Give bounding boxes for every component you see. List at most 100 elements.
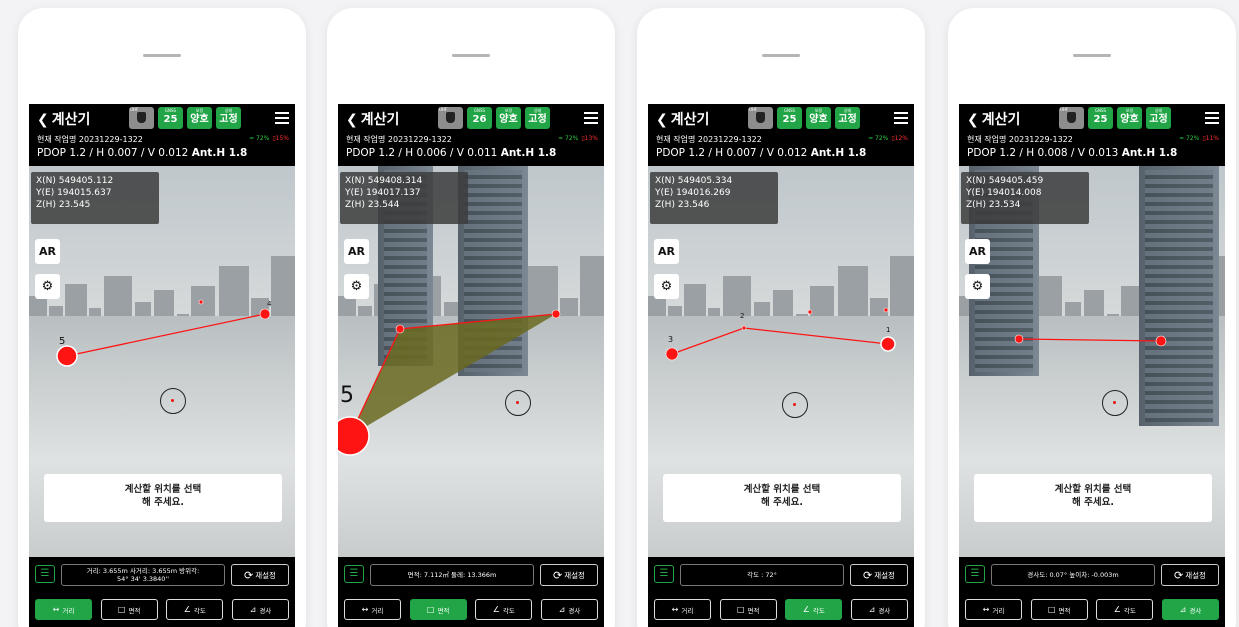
satellite-count-badge[interactable]: GNSS 26 <box>467 107 492 129</box>
tab-distance[interactable]: ↔ 거리 <box>965 599 1022 620</box>
correction-status-badge[interactable]: 보정 양호 <box>806 107 831 129</box>
fix-status-badge[interactable]: 상태 고정 <box>525 107 550 129</box>
prompt-line-1: 계산할 위치를 선택 <box>743 484 821 495</box>
gear-icon[interactable]: ⚙ <box>654 274 679 299</box>
hamburger-menu-icon[interactable] <box>1205 112 1219 127</box>
ar-toggle-button[interactable]: AR <box>965 239 990 264</box>
coord-h: Z(H) 23.546 <box>655 200 710 210</box>
camera-view[interactable]: X(N) 549405.459 Y(E) 194014.008 Z(H) 23.… <box>959 166 1225 557</box>
tab-slope[interactable]: ⊿ 경사 <box>1161 599 1219 620</box>
satellite-count-badge[interactable]: GNSS 25 <box>1088 107 1113 129</box>
coord-n: X(N) 549405.334 <box>655 176 733 186</box>
measure-point[interactable] <box>395 324 405 334</box>
tab-area[interactable]: □ 면적 <box>1030 599 1088 620</box>
gear-icon[interactable]: ⚙ <box>344 274 369 299</box>
fix-status-badge[interactable]: 상태 고정 <box>835 107 860 129</box>
antenna-status-icon[interactable]: UHF <box>748 107 773 129</box>
camera-view[interactable]: 5 4 X(N) 549405.112 Y(E) 194015.637 Z(H) … <box>29 166 295 557</box>
battery-icon: ▯12% <box>891 135 908 142</box>
measure-point[interactable] <box>551 309 561 319</box>
reset-button[interactable]: ⟳ 재설정 <box>1161 564 1219 586</box>
tab-distance[interactable]: ↔ 거리 <box>654 599 711 620</box>
coordinate-panel: X(N) 549408.314 Y(E) 194017.137 Z(H) 23.… <box>340 172 468 224</box>
tab-distance[interactable]: ↔ 거리 <box>344 599 401 620</box>
list-icon[interactable]: ☰ <box>965 565 985 583</box>
gear-icon[interactable]: ⚙ <box>35 274 60 299</box>
job-name: 현재 작업명 20231229-1322 <box>37 135 143 144</box>
satellite-count-badge[interactable]: GNSS 25 <box>158 107 183 129</box>
pdop-text: PDOP 1.2 / H 0.008 / V 0.013 <box>967 147 1119 159</box>
correction-status-badge[interactable]: 보정 양호 <box>1117 107 1142 129</box>
correction-status-badge[interactable]: 보정 양호 <box>187 107 212 129</box>
tab-area[interactable]: □ 면적 <box>100 599 158 620</box>
result-bar: ☰ 경사도: 0.07° 높이차: -0.003m ⟳ 재설정 <box>965 563 1219 587</box>
app-header: ❮ 계산기 UHF GNSS 26 보정 양호 상태 고정 현재 작업명 2023122… <box>338 104 604 166</box>
measure-point[interactable] <box>741 325 747 331</box>
tab-area[interactable]: □ 면적 <box>409 599 467 620</box>
battery-icon: ▯11% <box>1202 135 1219 142</box>
back-button[interactable]: ❮ 계산기 <box>656 109 709 129</box>
fix-status-badge[interactable]: 상태 고정 <box>1146 107 1171 129</box>
app-screen: ❮ 계산기 UHF GNSS 25 보정 양호 상태 고정 현재 작업명 2023122… <box>29 104 295 627</box>
measure-point[interactable] <box>883 307 889 313</box>
pdop-text: PDOP 1.2 / H 0.007 / V 0.012 <box>656 147 808 159</box>
reset-button[interactable]: ⟳ 재설정 <box>231 564 289 586</box>
hamburger-menu-icon[interactable] <box>894 112 908 127</box>
battery-level: 12% <box>894 135 908 142</box>
fix-status-badge[interactable]: 상태 고정 <box>216 107 241 129</box>
ar-toggle-button[interactable]: AR <box>654 239 679 264</box>
tab-slope[interactable]: ⊿ 경사 <box>850 599 908 620</box>
correction-status: 양호 <box>190 114 209 125</box>
tab-slope[interactable]: ⊿ 경사 <box>231 599 289 620</box>
measure-point[interactable] <box>56 345 78 367</box>
hamburger-menu-icon[interactable] <box>584 112 598 127</box>
slope-icon: ⊿ <box>558 605 566 614</box>
refresh-icon: ⟳ <box>244 568 254 582</box>
ar-toggle-button[interactable]: AR <box>344 239 369 264</box>
measure-point[interactable] <box>665 347 679 361</box>
hamburger-menu-icon[interactable] <box>275 112 289 127</box>
tab-angle[interactable]: ∠ 각도 <box>475 599 533 620</box>
tab-angle[interactable]: ∠ 각도 <box>166 599 224 620</box>
coord-n: X(N) 549405.459 <box>966 176 1044 186</box>
back-button[interactable]: ❮ 계산기 <box>37 109 90 129</box>
reset-button[interactable]: ⟳ 재설정 <box>850 564 908 586</box>
antenna-status-icon[interactable]: UHF <box>129 107 154 129</box>
tab-slope[interactable]: ⊿ 경사 <box>540 599 598 620</box>
tab-angle[interactable]: ∠ 각도 <box>1096 599 1154 620</box>
precision-readout: PDOP 1.2 / H 0.007 / V 0.012 Ant.H 1.8 <box>656 147 866 159</box>
tab-area[interactable]: □ 면적 <box>719 599 777 620</box>
back-button[interactable]: ❮ 계산기 <box>346 109 399 129</box>
reset-button[interactable]: ⟳ 재설정 <box>540 564 598 586</box>
measure-point[interactable] <box>1014 334 1024 344</box>
precision-readout: PDOP 1.2 / H 0.006 / V 0.011 Ant.H 1.8 <box>346 147 556 159</box>
antenna-status-icon[interactable]: UHF <box>438 107 463 129</box>
list-icon[interactable]: ☰ <box>654 565 674 583</box>
coord-n: X(N) 549408.314 <box>345 176 423 186</box>
list-icon[interactable]: ☰ <box>344 565 364 583</box>
measure-point[interactable] <box>338 416 370 456</box>
area-icon: □ <box>1047 605 1056 614</box>
measure-point[interactable] <box>259 308 271 320</box>
tab-distance[interactable]: ↔ 거리 <box>35 599 92 620</box>
battery-icon: ▯15% <box>272 135 289 142</box>
measure-point[interactable] <box>1155 335 1167 347</box>
measurement-result: 경사도: 0.07° 높이차: -0.003m <box>991 564 1155 586</box>
badge-caption: GNSS <box>473 108 486 113</box>
measure-point[interactable] <box>880 336 896 352</box>
satellite-count-badge[interactable]: GNSS 25 <box>777 107 802 129</box>
measure-point[interactable] <box>807 309 813 315</box>
list-icon[interactable]: ☰ <box>35 565 55 583</box>
tab-angle[interactable]: ∠ 각도 <box>785 599 843 620</box>
back-button[interactable]: ❮ 계산기 <box>967 109 1020 129</box>
camera-view[interactable]: 3 2 1 X(N) 549405.334 Y(E) 194016.269 Z(H)… <box>648 166 914 557</box>
antenna-status-icon[interactable]: UHF <box>1059 107 1084 129</box>
ar-toggle-button[interactable]: AR <box>35 239 60 264</box>
measure-point[interactable] <box>198 299 204 305</box>
chevron-left-icon: ❮ <box>37 112 49 128</box>
correction-status-badge[interactable]: 보정 양호 <box>496 107 521 129</box>
camera-view[interactable]: 5 X(N) 549408.314 Y(E) 194017.137 Z(H) 2… <box>338 166 604 557</box>
slope-icon: ⊿ <box>249 605 257 614</box>
gear-icon[interactable]: ⚙ <box>965 274 990 299</box>
crosshair-reticle <box>505 390 531 416</box>
